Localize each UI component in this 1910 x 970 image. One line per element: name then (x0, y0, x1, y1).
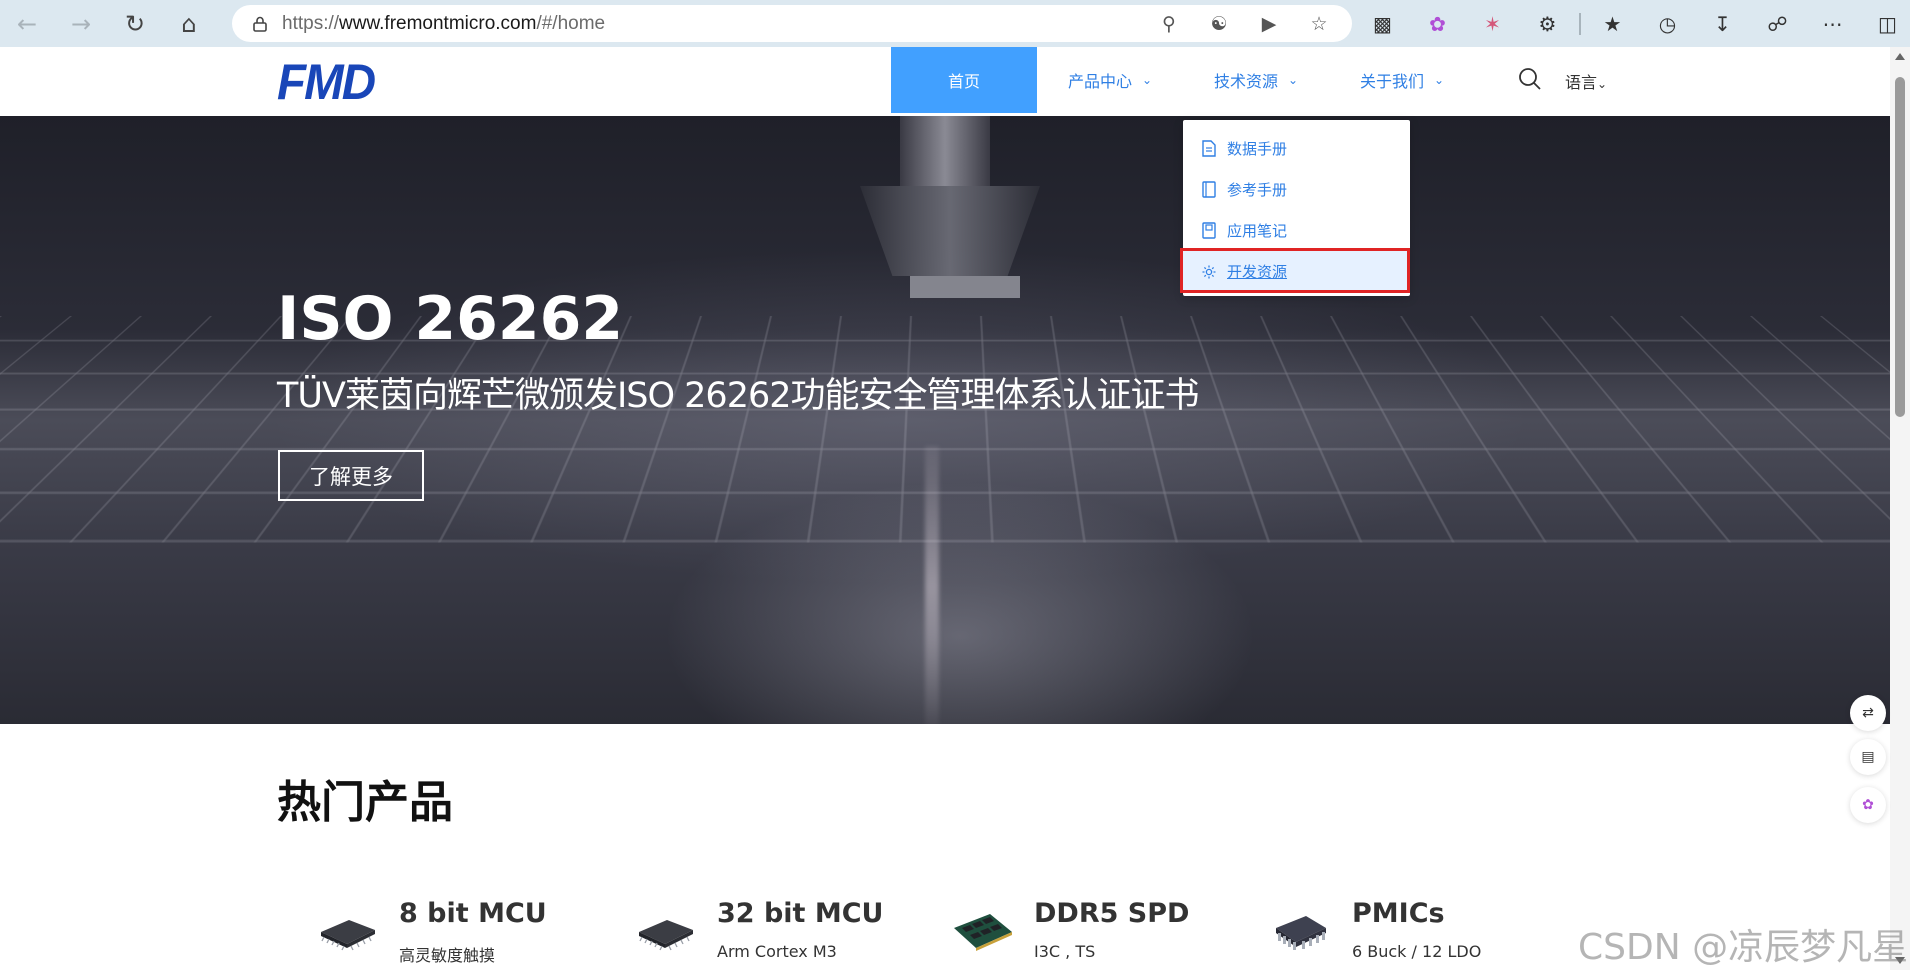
favorites-icon[interactable]: ★ (1585, 12, 1640, 36)
more-menu-icon[interactable]: ⋯ (1805, 12, 1860, 36)
gear-icon (1201, 263, 1217, 281)
product-card-pmics[interactable]: PMICs 6 Buck / 12 LDO (1268, 898, 1568, 970)
learn-more-button[interactable]: 了解更多 (278, 450, 424, 501)
hot-products-title: 热门产品 (277, 777, 453, 828)
chip-icon (315, 902, 379, 958)
product-desc: I3C , TS (1034, 942, 1096, 961)
nav-about[interactable]: 关于我们 ⌄ (1329, 47, 1475, 113)
home-button[interactable]: ⌂ (162, 0, 216, 47)
hero-title: ISO 26262 (277, 284, 624, 354)
media-icon[interactable]: ▶ (1244, 13, 1294, 35)
copilot-icon[interactable]: ✿ (1410, 12, 1465, 36)
chip-icon (633, 902, 697, 958)
product-desc: 高灵敏度触摸 (399, 946, 496, 965)
hero-subtitle: TÜV莱茵向辉芒微颁发ISO 26262功能安全管理体系认证证书 (277, 376, 1199, 416)
language-label: 语言 (1565, 73, 1598, 92)
dropdown-item-dev-resources[interactable]: 开发资源 (1183, 251, 1410, 292)
extension-icon[interactable]: ▩ (1355, 12, 1410, 36)
site-header: FMD 首页 产品中心 ⌄ 技术资源 ⌄ 关于我们 ⌄ 语言⌄ (0, 47, 1890, 116)
nav-products[interactable]: 产品中心 ⌄ (1037, 47, 1183, 113)
product-card-32bit-mcu[interactable]: 32 bit MCU Arm Cortex M3 (633, 898, 933, 970)
product-desc: Arm Cortex M3 (717, 942, 837, 961)
dropdown-item-app-notes[interactable]: 应用笔记 (1183, 210, 1410, 251)
hero-probe-tip-graphic (910, 276, 1020, 298)
hero-light-beam (925, 446, 939, 724)
search-icon[interactable] (1518, 67, 1546, 95)
lock-icon[interactable] (238, 16, 282, 32)
product-name: 8 bit MCU (399, 898, 547, 929)
product-card-ddr5-spd[interactable]: DDR5 SPD I3C , TS (950, 898, 1250, 970)
hero-probe-graphic (900, 116, 990, 186)
browser-toolbar: ← → ↻ ⌂ https://www.fremontmicro.com/#/h… (0, 0, 1910, 47)
book-icon (1201, 181, 1217, 199)
watermark-text: CSDN @凉辰梦凡星 (1578, 927, 1909, 968)
product-name: 32 bit MCU (717, 898, 884, 929)
dropdown-item-label: 应用笔记 (1227, 222, 1288, 240)
tech-resources-dropdown: 数据手册 参考手册 应用笔记 开发资源 (1180, 120, 1410, 296)
address-bar[interactable]: https://www.fremontmicro.com/#/home ⚲ ☯ … (232, 5, 1352, 42)
hero-banner (0, 116, 1890, 724)
nav-tech-resources[interactable]: 技术资源 ⌄ (1183, 47, 1329, 113)
scrollbar-thumb[interactable] (1895, 77, 1905, 417)
download-icon[interactable]: ↧ (1695, 12, 1750, 36)
edge-icon[interactable]: ☯ (1194, 13, 1244, 35)
site-logo[interactable]: FMD (277, 57, 376, 107)
translate-ext-icon[interactable]: ✶ (1465, 12, 1520, 36)
nav-products-label: 产品中心 (1067, 72, 1132, 91)
nav-about-label: 关于我们 (1359, 72, 1424, 91)
dropdown-item-label: 数据手册 (1227, 140, 1288, 158)
soic-chip-icon (1268, 902, 1332, 958)
history-icon[interactable]: ◷ (1640, 12, 1695, 36)
dropdown-item-datasheet[interactable]: 数据手册 (1183, 128, 1410, 169)
reader-float-icon[interactable]: ▤ (1850, 739, 1886, 775)
back-button[interactable]: ← (0, 0, 54, 47)
main-navigation: 首页 产品中心 ⌄ 技术资源 ⌄ 关于我们 ⌄ (891, 47, 1475, 113)
hot-products-list: 8 bit MCU 高灵敏度触摸 32 bit MCU Arm Cortex M… (315, 898, 1615, 970)
favorite-star-icon[interactable]: ☆ (1294, 13, 1344, 35)
hero-probe-head-graphic (860, 186, 1040, 276)
chevron-down-icon: ⌄ (1141, 73, 1153, 87)
product-name: PMICs (1352, 898, 1445, 929)
reload-button[interactable]: ↻ (108, 0, 162, 47)
ie-mode-icon[interactable]: ☍ (1750, 12, 1805, 36)
nav-tech-resources-label: 技术资源 (1213, 72, 1278, 91)
ai-assistant-float-icon[interactable]: ✿ (1850, 787, 1886, 823)
translate-float-icon[interactable]: ⇄ (1850, 695, 1886, 731)
nav-home-label: 首页 (947, 72, 980, 91)
sidebar-toggle-icon[interactable]: ◫ (1860, 12, 1910, 36)
product-card-8bit-mcu[interactable]: 8 bit MCU 高灵敏度触摸 (315, 898, 615, 970)
extensions-puzzle-icon[interactable]: ⚙ (1520, 12, 1575, 36)
nav-home[interactable]: 首页 (891, 47, 1037, 113)
product-name: DDR5 SPD (1034, 898, 1190, 929)
dropdown-item-label: 参考手册 (1227, 181, 1288, 199)
memory-module-icon (950, 902, 1014, 958)
chevron-down-icon: ⌄ (1433, 73, 1445, 87)
zoom-icon[interactable]: ⚲ (1144, 13, 1194, 35)
document-icon (1201, 140, 1217, 158)
scroll-up-arrow-icon[interactable] (1895, 53, 1905, 60)
url-text: https://www.fremontmicro.com/#/home (282, 12, 606, 34)
forward-button[interactable]: → (54, 0, 108, 47)
notebook-icon (1201, 222, 1217, 240)
chevron-down-icon: ⌄ (1287, 73, 1299, 87)
toolbar-separator (1579, 12, 1581, 35)
page-scrollbar[interactable] (1890, 47, 1910, 970)
dropdown-item-reference-manual[interactable]: 参考手册 (1183, 169, 1410, 210)
language-selector[interactable]: 语言⌄ (1565, 69, 1607, 93)
dropdown-item-label: 开发资源 (1227, 263, 1288, 281)
chevron-down-icon: ⌄ (1597, 77, 1608, 91)
product-desc: 6 Buck / 12 LDO (1352, 942, 1482, 961)
